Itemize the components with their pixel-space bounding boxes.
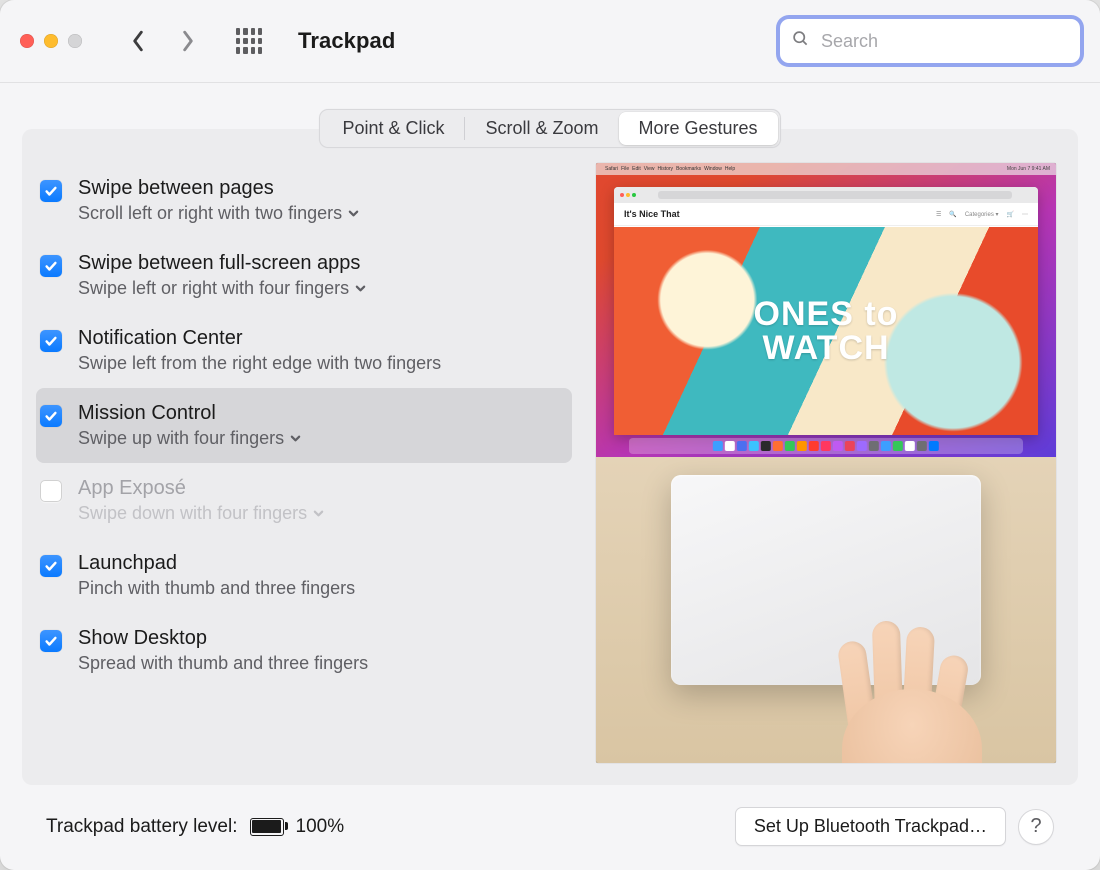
window-title: Trackpad <box>298 28 395 54</box>
option-subtitle-dropdown[interactable]: Swipe left or right with four fingers <box>78 278 366 299</box>
option-title: App Exposé <box>78 477 324 500</box>
option-subtitle: Spread with thumb and three fingers <box>78 653 368 674</box>
preview-browser-window: It's Nice That ☰🔍Categories ▾🛒⋯ ONES toW… <box>614 187 1038 435</box>
option-subtitle: Pinch with thumb and three fingers <box>78 578 355 599</box>
search-icon <box>792 30 809 52</box>
tab-more-gestures[interactable]: More Gestures <box>619 112 778 145</box>
tab-point-and-click[interactable]: Point & Click <box>322 112 464 145</box>
show-all-icon[interactable] <box>236 28 262 54</box>
option-subtitle: Swipe left from the right edge with two … <box>78 353 441 374</box>
search-input[interactable] <box>819 30 1068 53</box>
option-subtitle-dropdown[interactable]: Swipe down with four fingers <box>78 503 324 524</box>
option-row[interactable]: Swipe between full-screen apps Swipe left… <box>36 238 572 313</box>
option-title: Show Desktop <box>78 627 368 650</box>
options-list: Swipe between pages Scroll left or right … <box>22 163 576 763</box>
nav-arrows <box>122 25 204 57</box>
preview-dock <box>629 438 1023 454</box>
chevron-down-icon <box>290 433 301 444</box>
close-button[interactable] <box>20 34 34 48</box>
checkbox[interactable] <box>40 480 62 502</box>
battery-percent: 100% <box>296 816 345 838</box>
footer: Trackpad battery level: 100% Set Up Blue… <box>22 785 1078 870</box>
system-preferences-window: Trackpad Point & Click Scroll & Zoom Mor… <box>0 0 1100 870</box>
option-row[interactable]: Launchpad Pinch with thumb and three fing… <box>36 538 572 613</box>
battery-icon <box>250 818 284 836</box>
chevron-down-icon <box>313 508 324 519</box>
help-button[interactable]: ? <box>1018 809 1054 845</box>
search-field[interactable] <box>780 19 1080 63</box>
option-title: Swipe between pages <box>78 177 359 200</box>
preview-trackpad-area <box>596 457 1056 763</box>
back-button[interactable] <box>122 25 154 57</box>
checkbox[interactable] <box>40 630 62 652</box>
checkbox[interactable] <box>40 555 62 577</box>
option-row[interactable]: Swipe between pages Scroll left or right … <box>36 163 572 238</box>
option-title: Mission Control <box>78 402 301 425</box>
tab-scroll-and-zoom[interactable]: Scroll & Zoom <box>465 112 618 145</box>
forward-button-disabled <box>172 25 204 57</box>
setup-bluetooth-button[interactable]: Set Up Bluetooth Trackpad… <box>735 807 1006 846</box>
tab-bar: Point & Click Scroll & Zoom More Gesture… <box>22 109 1078 148</box>
option-title: Swipe between full-screen apps <box>78 252 366 275</box>
content-area: Point & Click Scroll & Zoom More Gesture… <box>0 83 1100 870</box>
battery-label: Trackpad battery level: <box>46 816 238 838</box>
preview-screen: SafariFileEditViewHistoryBookmarksWindow… <box>596 163 1056 457</box>
checkbox[interactable] <box>40 255 62 277</box>
option-subtitle-dropdown[interactable]: Swipe up with four fingers <box>78 428 301 449</box>
chevron-down-icon <box>355 283 366 294</box>
preview-site-logo: It's Nice That <box>624 209 680 219</box>
option-title: Notification Center <box>78 327 441 350</box>
zoom-button-disabled <box>68 34 82 48</box>
gesture-preview: SafariFileEditViewHistoryBookmarksWindow… <box>596 163 1056 763</box>
minimize-button[interactable] <box>44 34 58 48</box>
checkbox[interactable] <box>40 405 62 427</box>
settings-panel: Swipe between pages Scroll left or right … <box>22 129 1078 785</box>
preview-hand <box>812 599 992 763</box>
option-row[interactable]: Notification Center Swipe left from the r… <box>36 313 572 388</box>
preview-menubar: SafariFileEditViewHistoryBookmarksWindow… <box>596 163 1056 175</box>
option-subtitle-dropdown[interactable]: Scroll left or right with two fingers <box>78 203 359 224</box>
option-row[interactable]: App Exposé Swipe down with four fingers <box>36 463 572 538</box>
option-row[interactable]: Show Desktop Spread with thumb and three … <box>36 613 572 688</box>
window-controls <box>20 34 82 48</box>
option-title: Launchpad <box>78 552 355 575</box>
checkbox[interactable] <box>40 330 62 352</box>
checkbox[interactable] <box>40 180 62 202</box>
option-row[interactable]: Mission Control Swipe up with four finger… <box>36 388 572 463</box>
toolbar: Trackpad <box>0 0 1100 83</box>
chevron-down-icon <box>348 208 359 219</box>
preview-hero-text: ONES toWATCH <box>754 297 899 365</box>
